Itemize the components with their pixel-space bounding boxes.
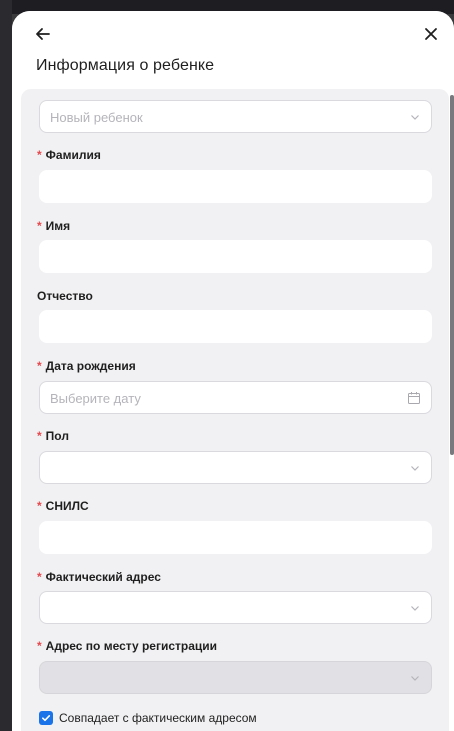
back-button[interactable] bbox=[32, 23, 54, 45]
registration-address-label: * Адрес по месту регистрации bbox=[37, 639, 218, 653]
first-name-label: * Имя bbox=[37, 219, 71, 233]
registration-address-select bbox=[39, 661, 432, 694]
first-name-input[interactable] bbox=[39, 240, 432, 273]
chevron-down-icon bbox=[411, 676, 419, 681]
chevron-down-icon bbox=[411, 466, 419, 471]
backdrop-edge bbox=[0, 0, 12, 731]
same-address-checkbox-row[interactable]: Совпадает с фактическим адресом bbox=[39, 710, 257, 726]
scrollbar[interactable] bbox=[450, 95, 454, 455]
required-marker: * bbox=[37, 570, 42, 584]
chevron-down-icon bbox=[411, 115, 419, 120]
required-marker: * bbox=[37, 499, 42, 513]
modal-title: Информация о ребенке bbox=[36, 57, 215, 74]
arrow-left-icon bbox=[36, 28, 50, 40]
child-select[interactable]: Новый ребенок bbox=[39, 100, 432, 133]
required-marker: * bbox=[37, 639, 42, 653]
last-name-label: * Фамилия bbox=[37, 148, 101, 162]
last-name-input[interactable] bbox=[39, 170, 432, 203]
required-marker: * bbox=[37, 359, 42, 373]
chevron-down-icon bbox=[411, 606, 419, 611]
birth-date-label: * Дата рождения bbox=[37, 359, 136, 373]
same-address-checkbox[interactable] bbox=[39, 711, 53, 725]
required-marker: * bbox=[37, 148, 42, 162]
modal-header: Информация о ребенке bbox=[12, 11, 454, 89]
patronymic-label: Отчество bbox=[37, 289, 93, 303]
close-button[interactable] bbox=[420, 23, 442, 45]
snils-label: * СНИЛС bbox=[37, 499, 89, 513]
patronymic-input[interactable] bbox=[39, 310, 432, 343]
same-address-checkbox-label: Совпадает с фактическим адресом bbox=[59, 711, 257, 725]
snils-input[interactable] bbox=[39, 521, 432, 554]
birth-date-picker[interactable]: Выберите дату bbox=[39, 381, 432, 414]
birth-date-placeholder: Выберите дату bbox=[50, 391, 141, 406]
actual-address-label: * Фактический адрес bbox=[37, 570, 161, 584]
child-info-modal: Информация о ребенке Новый ребенок * Фами… bbox=[12, 11, 454, 731]
gender-label: * Пол bbox=[37, 429, 69, 443]
close-icon bbox=[425, 28, 437, 40]
required-marker: * bbox=[37, 219, 42, 233]
required-marker: * bbox=[37, 429, 42, 443]
child-select-placeholder: Новый ребенок bbox=[50, 110, 143, 125]
actual-address-select[interactable] bbox=[39, 591, 432, 624]
calendar-icon bbox=[408, 392, 420, 404]
checkmark-icon bbox=[42, 715, 51, 722]
gender-select[interactable] bbox=[39, 451, 432, 484]
